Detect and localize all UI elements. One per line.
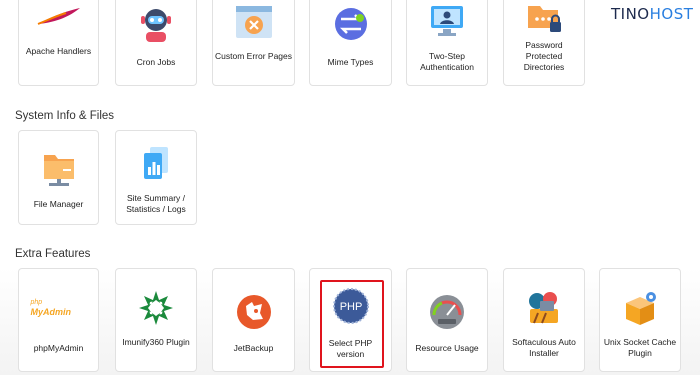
tile-jetbackup[interactable]: JetBackup: [212, 268, 295, 372]
tile-label: JetBackup: [233, 343, 274, 353]
jetbackup-icon: [213, 293, 294, 331]
feather-icon: [19, 6, 98, 28]
tile-label: Password Protected Directories: [523, 40, 565, 72]
tile-label: Unix Socket Cache Plugin: [603, 337, 677, 358]
tile-label: Two-Step Authentication: [420, 51, 474, 72]
phpmyadmin-logo-text: MyAdmin: [30, 307, 72, 317]
tile-password-protected-directories[interactable]: Password Protected Directories: [503, 0, 585, 86]
arrows-icon: [310, 6, 391, 42]
phpmyadmin-logo-small: php: [30, 299, 43, 306]
tile-unix-socket-cache[interactable]: Unix Socket Cache Plugin: [599, 268, 681, 372]
tile-label: phpMyAdmin: [33, 343, 84, 353]
stats-icon: [116, 145, 196, 183]
robot-icon: [116, 6, 196, 42]
section-title-system: System Info & Files: [15, 110, 115, 122]
tile-label: Softaculous Auto Installer: [512, 337, 576, 358]
phpmyadmin-icon: php MyAdmin: [19, 299, 98, 317]
tile-softaculous[interactable]: Softaculous Auto Installer: [503, 268, 585, 372]
tile-label: Cron Jobs: [136, 57, 176, 67]
gauge-icon: [407, 293, 487, 331]
softaculous-icon: [504, 289, 584, 327]
tile-site-summary[interactable]: Site Summary / Statistics / Logs: [115, 130, 197, 225]
folder-lock-icon: [504, 0, 584, 36]
tile-label: Imunify360 Plugin: [122, 337, 190, 347]
tile-custom-error-pages[interactable]: Custom Error Pages: [212, 0, 295, 86]
tile-mime-types[interactable]: Mime Types: [309, 0, 392, 86]
tile-label: Resource Usage: [415, 343, 479, 353]
error-page-icon: [213, 4, 294, 40]
tile-phpmyadmin[interactable]: php MyAdmin phpMyAdmin: [18, 268, 99, 372]
tile-imunify360[interactable]: Imunify360 Plugin: [115, 268, 197, 372]
tile-apache-handlers[interactable]: Apache Handlers: [18, 0, 99, 86]
imunify-icon: [116, 289, 196, 327]
tile-cron-jobs[interactable]: Cron Jobs: [115, 0, 197, 86]
tile-label: File Manager: [33, 199, 84, 209]
tile-label: Custom Error Pages: [215, 51, 292, 61]
box-gear-icon: [600, 289, 680, 327]
folder-icon: [19, 149, 98, 187]
tile-resource-usage[interactable]: Resource Usage: [406, 268, 488, 372]
tile-label: Apache Handlers: [25, 46, 92, 56]
tile-label: Mime Types: [327, 57, 374, 67]
tile-label: Site Summary / Statistics / Logs: [126, 193, 186, 214]
monitor-user-icon: [407, 2, 487, 42]
tile-two-step-authentication[interactable]: Two-Step Authentication: [406, 0, 488, 86]
brand-logo: TINOHOST: [611, 5, 694, 23]
tile-file-manager[interactable]: File Manager: [18, 130, 99, 225]
section-title-extra: Extra Features: [15, 248, 91, 260]
highlight-box: [320, 280, 384, 368]
